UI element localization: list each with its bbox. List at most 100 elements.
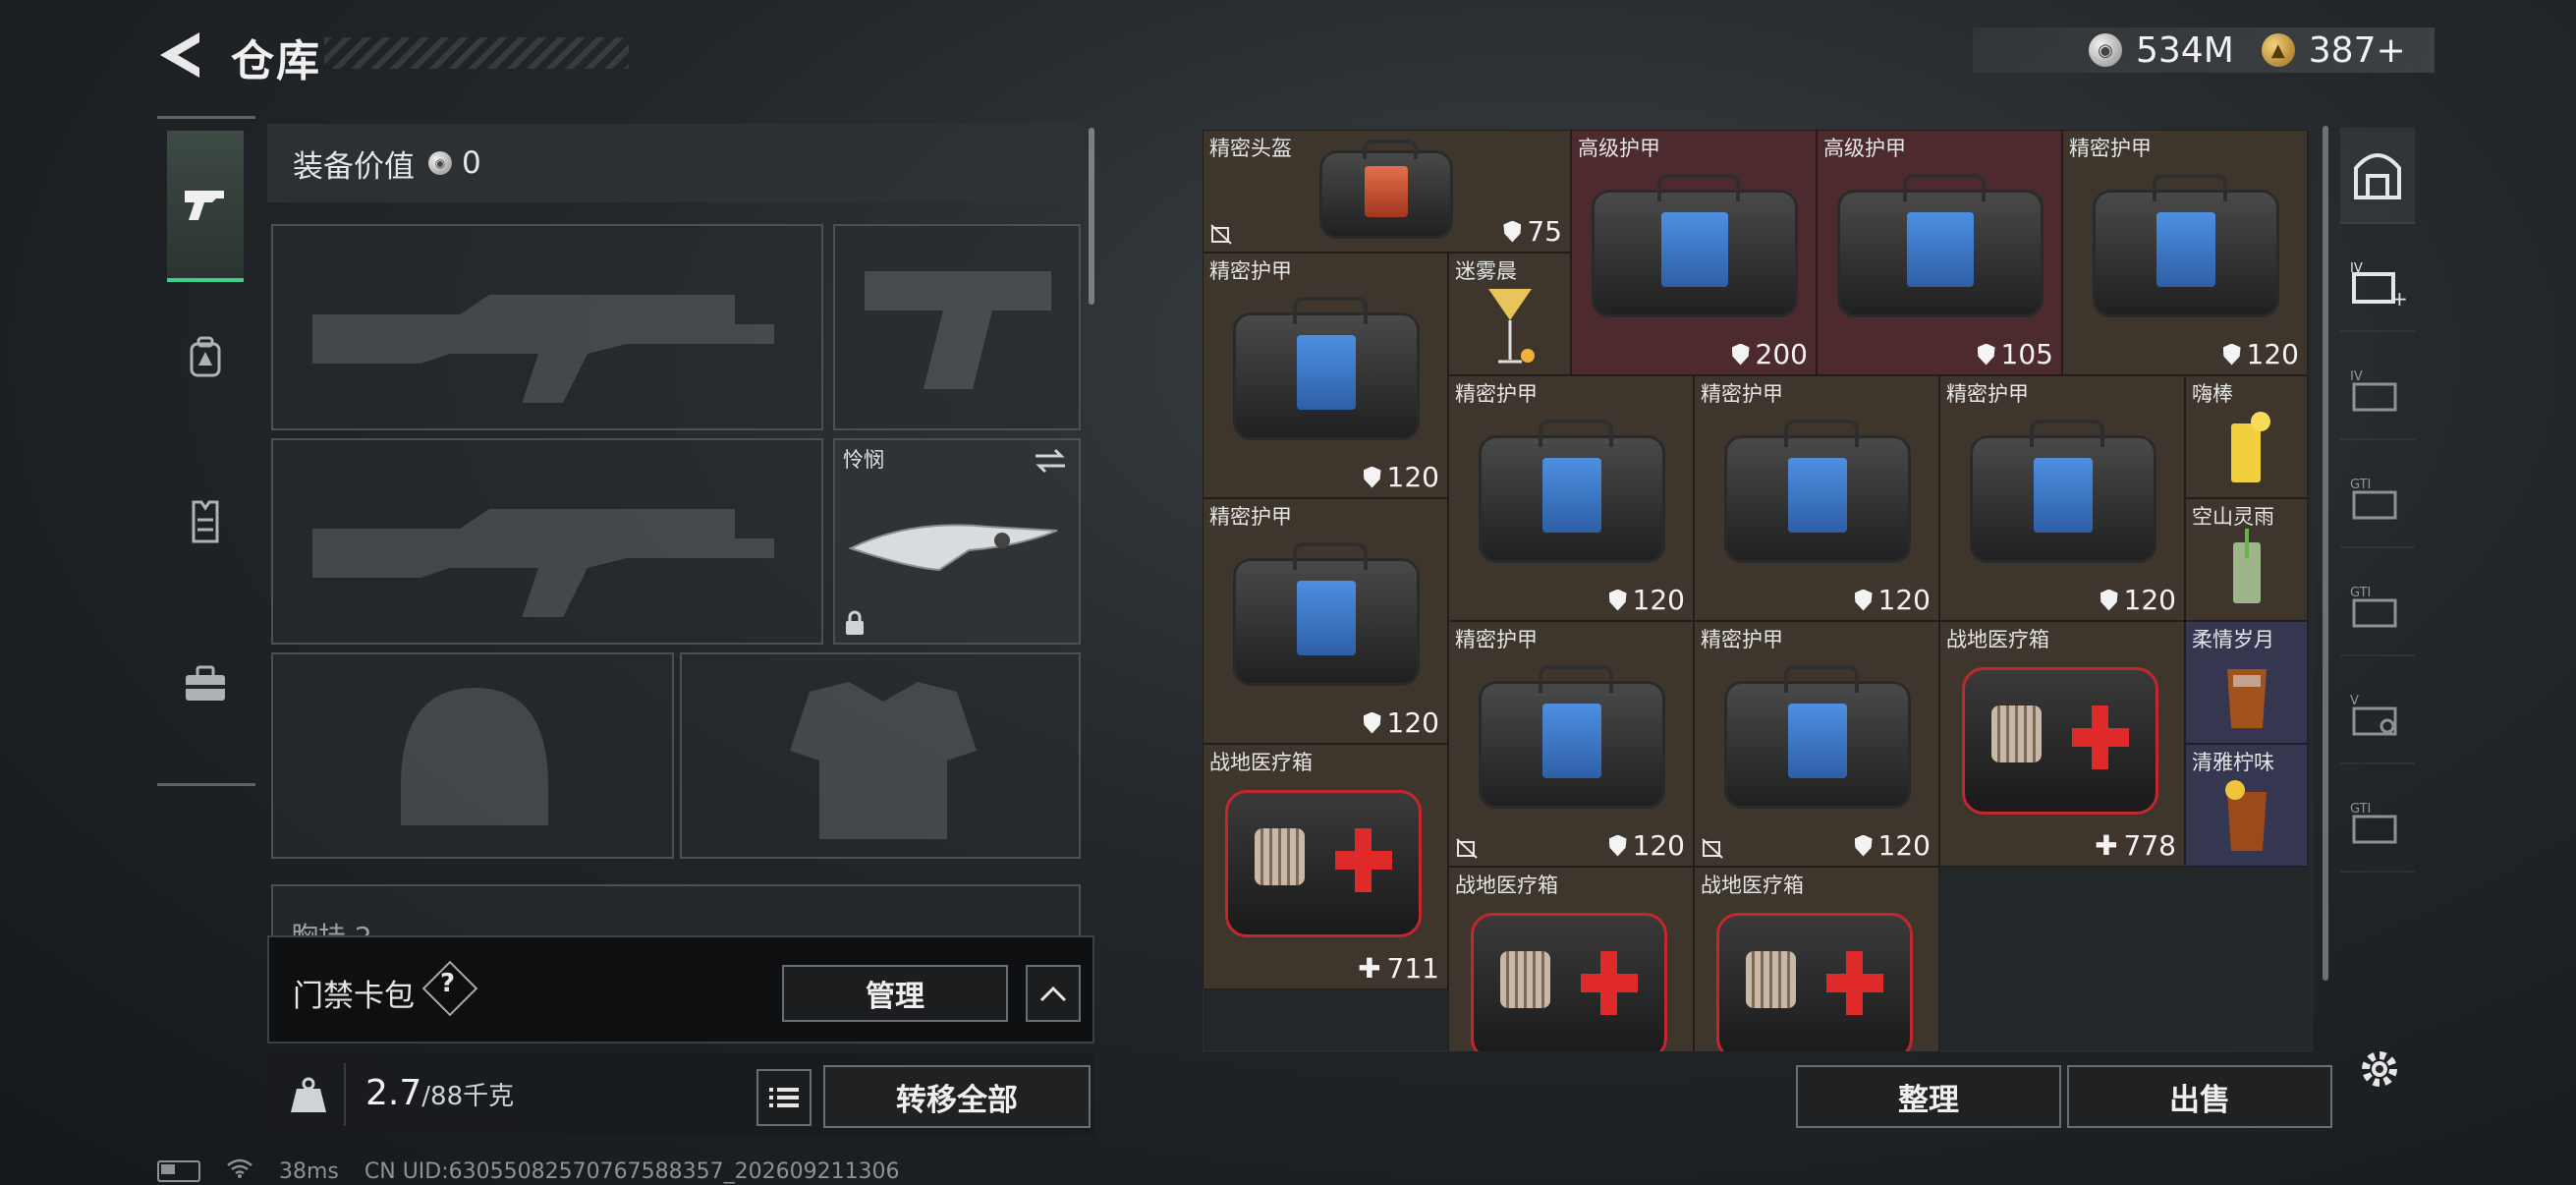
tab-vest[interactable] xyxy=(167,447,244,594)
ping-readout: 38ms xyxy=(279,1158,339,1184)
swap-icon[interactable] xyxy=(1034,448,1067,474)
nav-gti-lock[interactable]: GTI xyxy=(2340,452,2415,548)
inventory-item[interactable]: 战地医疗箱 ✚ 711 xyxy=(1203,744,1448,989)
inventory-item[interactable]: 迷雾晨 xyxy=(1448,253,1571,375)
page-title: 仓库 xyxy=(231,36,321,86)
inventory-item[interactable]: 战地医疗箱 xyxy=(1448,867,1694,1051)
inventory-item[interactable]: 战地医疗箱 ✚ 778 xyxy=(1939,621,2185,867)
inventory-item[interactable]: 精密护甲 120 xyxy=(1694,375,1939,621)
equipment-value: 0 xyxy=(462,145,481,181)
inventory-item[interactable]: 精密护甲 120 xyxy=(1448,375,1694,621)
back-button[interactable] xyxy=(152,28,207,83)
shield-icon xyxy=(1854,589,1873,611)
tab-backpack[interactable] xyxy=(167,284,244,431)
plus-icon: ✚ xyxy=(1358,952,1381,985)
inventory-item[interactable]: 清雅柠味 xyxy=(2185,744,2308,867)
tab-toolbox[interactable] xyxy=(167,610,244,758)
svg-text:GTI: GTI xyxy=(2350,586,2371,600)
nav-v-search[interactable]: V xyxy=(2340,668,2415,764)
weight-bar: 2.7/88千克 转移全部 xyxy=(267,1053,1094,1136)
sell-button[interactable]: 出售 xyxy=(2067,1065,2332,1128)
helmet-slot[interactable] xyxy=(271,652,674,859)
nav-level4-add[interactable]: IV + xyxy=(2340,236,2415,332)
collapse-button[interactable] xyxy=(1026,965,1081,1022)
equipment-scrollbar[interactable] xyxy=(1089,128,1094,305)
item-durability: 200 xyxy=(1731,338,1808,370)
inventory-item[interactable]: 柔情岁月 xyxy=(2185,621,2308,744)
inventory-item[interactable]: 精密护甲 120 xyxy=(2062,130,2308,375)
armor-bag-icon xyxy=(1233,542,1420,686)
inventory-scrollbar[interactable] xyxy=(2323,126,2328,981)
list-view-button[interactable] xyxy=(756,1069,812,1126)
weight-icon xyxy=(283,1069,334,1120)
toolbox-icon xyxy=(186,665,225,701)
item-durability: 105 xyxy=(1977,338,2053,370)
secondary-weapon-slot[interactable] xyxy=(833,224,1081,430)
shield-icon xyxy=(1854,834,1873,857)
weight-current: 2.7 xyxy=(365,1073,422,1113)
item-name: 精密护甲 xyxy=(1946,382,2029,406)
primary-weapon-slot[interactable] xyxy=(271,224,823,430)
inventory-item[interactable]: 精密护甲 120 xyxy=(1203,498,1448,744)
help-mark: ? xyxy=(440,969,456,998)
inventory-item[interactable]: 高级护甲 105 xyxy=(1817,130,2062,375)
gold-amount[interactable]: 387+ xyxy=(2309,30,2406,71)
tab-weapons[interactable] xyxy=(167,131,244,282)
inventory-item[interactable]: 精密头盔 75 xyxy=(1203,130,1571,253)
shield-icon xyxy=(1608,834,1627,857)
svg-text:IV: IV xyxy=(2350,369,2363,384)
loadout-tabs xyxy=(157,116,255,786)
nav-safe-box[interactable] xyxy=(2340,128,2415,224)
nav-gti-folder[interactable]: GTI xyxy=(2340,560,2415,656)
gti-folder-icon: GTI xyxy=(2350,586,2397,628)
item-durability: 120 xyxy=(1608,829,1685,862)
transfer-all-button[interactable]: 转移全部 xyxy=(823,1065,1091,1128)
inventory-item[interactable]: 精密护甲 120 xyxy=(1694,621,1939,867)
keycard-bar: 门禁卡包 ? 管理 xyxy=(267,935,1094,1044)
item-durability: 120 xyxy=(1363,461,1439,493)
vest-icon xyxy=(192,500,219,543)
medkit-icon xyxy=(1471,913,1667,1051)
item-name: 精密护甲 xyxy=(1701,382,1783,406)
shield-icon xyxy=(1731,343,1750,366)
rifle-silhouette-icon xyxy=(312,295,774,403)
inventory-item[interactable]: 精密护甲 120 xyxy=(1939,375,2185,621)
inventory-item[interactable]: 嗨棒 xyxy=(2185,375,2308,498)
silver-amount: 534M xyxy=(2136,29,2234,71)
manage-button[interactable]: 管理 xyxy=(782,965,1008,1022)
backpack-icon xyxy=(190,336,221,377)
equipment-panel: 装备价值 ◉ 0 怜悯 胸挂 2 xyxy=(267,124,1092,1038)
equipment-value-bar: 装备价值 ◉ 0 xyxy=(267,124,1083,202)
item-durability: 75 xyxy=(1503,215,1562,248)
warehouse-grid: 精密头盔 75 高级护甲 200 高级护甲 105 精密护甲 120 迷雾晨 精… xyxy=(1203,130,2313,1051)
no-repair-icon xyxy=(1210,224,1232,245)
item-name: 精密护甲 xyxy=(1455,628,1538,651)
nav-gti-box[interactable]: GTI xyxy=(2340,776,2415,873)
shield-icon xyxy=(1608,589,1627,611)
helmet-silhouette-icon xyxy=(401,688,548,825)
sort-button[interactable]: 整理 xyxy=(1796,1065,2061,1128)
lemonade-glass-icon xyxy=(2231,412,2270,482)
melee-slot[interactable]: 怜悯 xyxy=(833,438,1081,645)
secondary-rifle-slot[interactable] xyxy=(271,438,823,645)
currency-bar: ◉ 534M ▲ 387+ xyxy=(1973,28,2435,73)
inventory-item[interactable]: 精密护甲 120 xyxy=(1448,621,1694,867)
settings-button[interactable] xyxy=(2352,1042,2407,1097)
inventory-item[interactable]: 空山灵雨 xyxy=(2185,498,2308,621)
equipment-value-label: 装备价值 xyxy=(293,148,415,185)
medkit-icon xyxy=(1962,667,2158,815)
inventory-item[interactable]: 战地医疗箱 xyxy=(1694,867,1939,1051)
list-icon xyxy=(769,1088,799,1107)
armor-bag-icon xyxy=(1970,420,2156,563)
chevron-up-icon xyxy=(1039,986,1067,1002)
v-search-icon: V xyxy=(2350,694,2397,736)
chest-rig-section[interactable]: 胸挂 2 xyxy=(271,884,1081,943)
inventory-item[interactable]: 精密护甲 120 xyxy=(1203,253,1448,498)
storage-nav: IV + IV GTI GTI V GTI xyxy=(2340,128,2415,1061)
item-name: 嗨棒 xyxy=(2192,382,2233,406)
inventory-item[interactable]: 高级护甲 200 xyxy=(1571,130,1817,375)
armor-bag-icon xyxy=(1837,174,2044,317)
whiskey-glass-icon xyxy=(2227,669,2267,728)
armor-slot[interactable] xyxy=(680,652,1081,859)
nav-level4-folder[interactable]: IV xyxy=(2340,344,2415,440)
